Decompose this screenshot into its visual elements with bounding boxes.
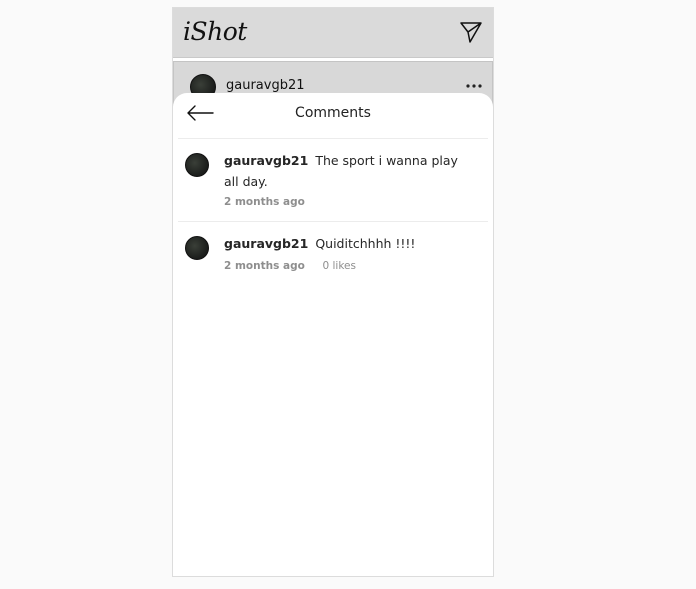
- comment-body: gauravgb21 The sport i wanna play all da…: [224, 150, 474, 192]
- app-logo[interactable]: iShot: [183, 17, 247, 46]
- top-bar: iShot: [173, 8, 493, 58]
- comment-item: gauravgb21 Quiditchhhh !!!! 2 months ago…: [178, 222, 488, 282]
- comment-meta: 2 months ago 0 likes: [224, 260, 356, 272]
- comments-title: Comments: [295, 105, 371, 121]
- comment-item: gauravgb21 The sport i wanna play all da…: [178, 139, 488, 222]
- comment-text: Quiditchhhh !!!!: [315, 236, 416, 251]
- app-frame: iShot gauravgb21 Comments gauravgb21 The…: [172, 7, 494, 577]
- comment-likes[interactable]: 0 likes: [322, 260, 356, 272]
- comments-header: Comments: [178, 93, 488, 139]
- more-horizontal-icon[interactable]: [466, 84, 482, 88]
- post-username[interactable]: gauravgb21: [226, 78, 305, 93]
- comment-time: 2 months ago: [224, 196, 305, 208]
- send-icon[interactable]: [459, 20, 483, 44]
- comment-username[interactable]: gauravgb21: [224, 236, 308, 251]
- comment-body: gauravgb21 Quiditchhhh !!!!: [224, 233, 474, 254]
- comment-meta: 2 months ago: [224, 196, 305, 208]
- avatar[interactable]: [185, 153, 209, 177]
- comment-username[interactable]: gauravgb21: [224, 153, 308, 168]
- comments-sheet: Comments gauravgb21 The sport i wanna pl…: [173, 93, 493, 576]
- avatar[interactable]: [185, 236, 209, 260]
- comment-time: 2 months ago: [224, 260, 305, 272]
